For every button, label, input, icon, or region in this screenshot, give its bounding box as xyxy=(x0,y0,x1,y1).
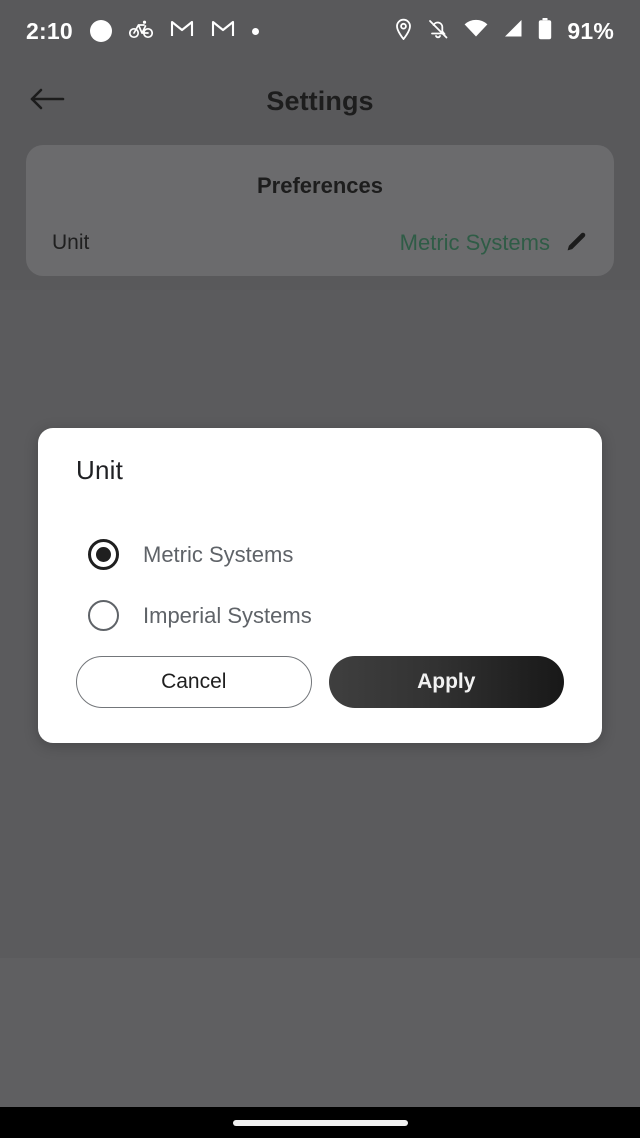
status-bar-left-group: 2:10 xyxy=(26,18,259,45)
dialog-action-row: Cancel Apply xyxy=(38,656,602,708)
status-bar: 2:10 91% xyxy=(0,0,640,62)
unit-setting-label: Unit xyxy=(52,231,90,254)
radio-option-imperial[interactable]: Imperial Systems xyxy=(38,585,602,646)
small-dot-icon xyxy=(251,27,259,35)
battery-percent-label: 91% xyxy=(567,17,614,44)
radio-option-label: Imperial Systems xyxy=(143,602,312,628)
unit-radio-group: Metric Systems Imperial Systems xyxy=(38,524,602,646)
radio-selected-icon xyxy=(88,539,119,570)
pencil-icon[interactable] xyxy=(566,230,588,257)
unit-selection-dialog: Unit Metric Systems Imperial Systems Can… xyxy=(38,428,602,743)
unit-setting-value: Metric Systems xyxy=(399,230,550,255)
location-pin-icon xyxy=(395,18,412,45)
white-circle-icon xyxy=(89,20,112,42)
preferences-card-title: Preferences xyxy=(257,173,383,198)
radio-option-label: Metric Systems xyxy=(143,541,294,567)
system-navigation-bar xyxy=(0,1107,640,1138)
arrow-left-icon xyxy=(29,86,65,117)
dialog-title: Unit xyxy=(76,455,124,485)
phone-screen: 2:10 91% Settings Preferences Unit Metri… xyxy=(0,0,640,1138)
page-title: Settings xyxy=(266,85,374,116)
cancel-button[interactable]: Cancel xyxy=(76,656,312,708)
unit-setting-row[interactable]: Unit Metric Systems xyxy=(26,219,614,267)
radio-unselected-icon xyxy=(88,600,119,631)
preferences-card: Preferences Unit Metric Systems xyxy=(26,145,614,276)
status-bar-right-group: 91% xyxy=(395,17,614,45)
radio-option-metric[interactable]: Metric Systems xyxy=(38,524,602,585)
apply-button[interactable]: Apply xyxy=(328,656,564,708)
notifications-muted-icon xyxy=(427,18,449,45)
gmail-icon xyxy=(170,19,194,43)
gesture-home-handle[interactable] xyxy=(232,1119,408,1126)
bicycle-icon xyxy=(128,19,153,44)
cellular-signal-icon xyxy=(503,19,523,43)
battery-icon xyxy=(538,17,552,45)
gmail-icon xyxy=(211,19,235,43)
back-button[interactable] xyxy=(25,79,69,123)
wifi-icon xyxy=(464,19,488,43)
background-band-bottom xyxy=(0,958,640,1107)
app-top-bar: Settings xyxy=(0,62,640,140)
unit-setting-value-group: Metric Systems xyxy=(400,230,588,257)
status-bar-clock: 2:10 xyxy=(26,17,73,44)
